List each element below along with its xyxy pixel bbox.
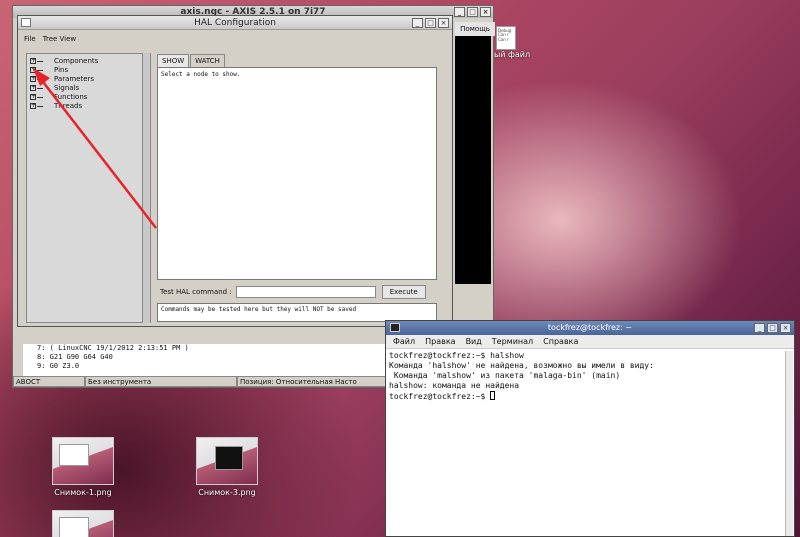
hal-configuration-window[interactable]: HAL Configuration _ □ × File Tree View +…: [17, 15, 453, 327]
desktop-icon-snimok-partial[interactable]: [42, 510, 124, 537]
gcode-listing: 7: ( LinuxCNC 19/1/2012 2:13:51 PM ) 8: …: [23, 344, 393, 378]
tab-watch[interactable]: WATCH: [190, 54, 225, 68]
test-command-input[interactable]: [235, 286, 376, 298]
menu-tree-view[interactable]: Tree View: [43, 32, 76, 46]
maximize-icon[interactable]: □: [425, 18, 436, 28]
gcode-line: 7: ( LinuxCNC 19/1/2012 2:13:51 PM ): [37, 344, 189, 352]
expand-icon[interactable]: +: [30, 76, 36, 82]
gcode-line: 8: G21 G90 G64 G40: [37, 353, 113, 361]
cursor-icon: [490, 391, 496, 400]
expand-icon[interactable]: +: [30, 94, 36, 100]
axis-statusbar: ABOCT Без инструмента Позиция: Относител…: [13, 376, 386, 387]
window-menu-icon[interactable]: [21, 18, 31, 27]
terminal-screen[interactable]: tockfrez@tockfrez:~$ halshow Команда 'hal…: [388, 351, 784, 536]
menu-file[interactable]: Файл: [393, 335, 415, 348]
show-text-area: Select a node to show.: [157, 67, 437, 280]
menu-help[interactable]: Справка: [543, 335, 578, 348]
tab-show[interactable]: SHOW: [157, 54, 190, 68]
terminal-line: tockfrez@tockfrez:~$ halshow: [389, 351, 524, 360]
execute-button[interactable]: Execute: [381, 285, 426, 299]
hal-titlebar[interactable]: HAL Configuration _ □ ×: [18, 16, 452, 30]
terminal-icon: [390, 323, 400, 332]
image-thumbnail-icon: [52, 437, 114, 485]
terminal-titlebar[interactable]: tockfrez@tockfrez: ~ _ □ ×: [386, 321, 794, 335]
close-icon[interactable]: ×: [780, 323, 791, 333]
tree-scrollbar[interactable]: [142, 53, 150, 323]
terminal-line: halshow: команда не найдена: [389, 381, 520, 390]
image-thumbnail-icon: [52, 510, 114, 537]
axis-preview-area: [455, 22, 491, 284]
menu-view[interactable]: Вид: [466, 335, 482, 348]
hal-tabs: SHOW WATCH: [157, 54, 226, 68]
gcode-line: 9: G0 Z3.0: [37, 362, 80, 370]
terminal-prompt: tockfrez@tockfrez:~$: [389, 392, 491, 401]
desktop-icon-label: Снимок-1.png: [54, 488, 112, 497]
terminal-line: Команда 'malshow' из пакета 'malaga-bin'…: [389, 371, 621, 380]
help-menu[interactable]: Помощь: [455, 22, 495, 36]
hal-menubar: File Tree View: [18, 32, 452, 46]
tree-item-threads[interactable]: + Threads: [27, 102, 150, 111]
menu-edit[interactable]: Правка: [425, 335, 455, 348]
tree-item-functions[interactable]: + Functions: [27, 93, 150, 102]
maximize-icon[interactable]: □: [467, 7, 478, 17]
close-icon[interactable]: ×: [480, 7, 491, 17]
terminal-scrollbar[interactable]: [785, 351, 793, 536]
test-command-row: Test HAL command : Execute: [160, 285, 426, 299]
tree-item-pins[interactable]: + Pins: [27, 66, 150, 75]
maximize-icon[interactable]: □: [767, 323, 778, 333]
expand-icon[interactable]: +: [30, 103, 36, 109]
minimize-icon[interactable]: _: [412, 18, 423, 28]
status-mode: ABOCT: [13, 376, 85, 387]
desktop-icon-snimok-1[interactable]: Снимок-1.png: [42, 437, 124, 497]
close-icon[interactable]: ×: [438, 18, 449, 28]
tree-item-signals[interactable]: + Signals: [27, 84, 150, 93]
desktop-icon-snimok-3[interactable]: Снимок-3.png: [186, 437, 268, 497]
test-command-label: Test HAL command :: [160, 288, 232, 296]
terminal-menubar: Файл Правка Вид Терминал Справка: [386, 335, 794, 349]
text-file-icon: Debug Can r Can r: [496, 26, 516, 50]
desktop-icon-label: ый файл: [493, 50, 531, 59]
tree-item-parameters[interactable]: + Parameters: [27, 75, 150, 84]
expand-icon[interactable]: +: [30, 67, 36, 73]
terminal-title: tockfrez@tockfrez: ~: [547, 323, 633, 332]
minimize-icon[interactable]: _: [454, 7, 465, 17]
hal-tree[interactable]: + Components + Pins + Parameters + Signals +…: [26, 53, 151, 323]
status-tool: Без инструмента: [85, 376, 237, 387]
hal-title: HAL Configuration: [194, 18, 276, 28]
terminal-prompt-line: tockfrez@tockfrez:~$: [389, 391, 784, 402]
menu-terminal[interactable]: Терминал: [492, 335, 533, 348]
minimize-icon[interactable]: _: [754, 323, 765, 333]
menu-file[interactable]: File: [24, 32, 36, 46]
terminal-line: Команда 'halshow' не найдена, возможно в…: [389, 361, 654, 370]
image-thumbnail-icon: [196, 437, 258, 485]
desktop-icon-label: Снимок-3.png: [198, 488, 256, 497]
tree-item-components[interactable]: + Components: [27, 57, 150, 66]
status-position: Позиция: Относительная Насто: [237, 376, 386, 387]
expand-icon[interactable]: +: [30, 85, 36, 91]
expand-icon[interactable]: +: [30, 58, 36, 64]
terminal-window[interactable]: tockfrez@tockfrez: ~ _ □ × Файл Правка В…: [385, 320, 795, 537]
